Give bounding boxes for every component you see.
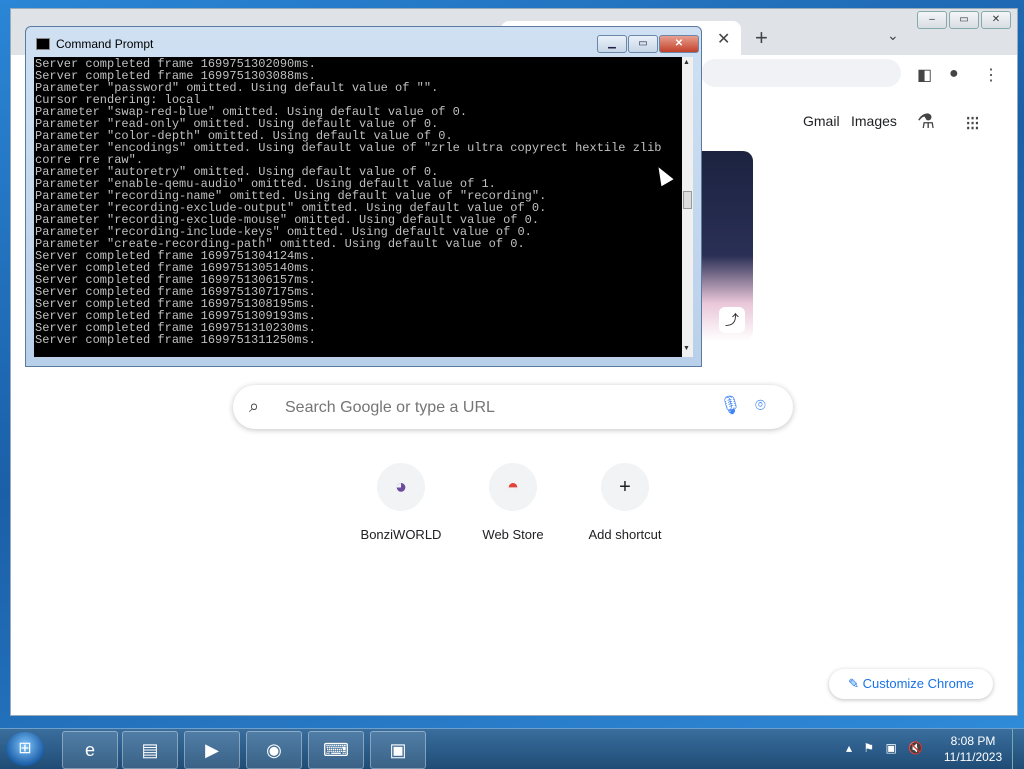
tray-expand-icon[interactable]: ▴: [846, 741, 852, 755]
pencil-icon: ✎: [848, 676, 859, 691]
tab-close-icon[interactable]: ✕: [717, 29, 730, 49]
chrome-window-controls: – ▭ ✕: [917, 11, 1013, 31]
search-input[interactable]: [283, 395, 687, 421]
web-store-icon: ◓: [489, 463, 537, 511]
search-box[interactable]: ⌕ 🎙 ⌾: [233, 385, 793, 429]
show-desktop-button[interactable]: [1012, 729, 1024, 769]
internet-explorer-icon[interactable]: e: [62, 731, 118, 769]
taskbar: ⊞ e ▤ ▶ ◉ ⌨ ▣ ▴ ⚑ ▣ 🔇 8:08 PM 11/11/2023: [0, 728, 1024, 769]
customize-label: Customize Chrome: [862, 676, 974, 691]
close-button[interactable]: ✕: [981, 11, 1011, 29]
action-center-icon[interactable]: ⚑: [863, 741, 874, 755]
bonzi-icon: ◕: [377, 463, 425, 511]
new-tab-icon[interactable]: +: [755, 25, 768, 51]
shortcut-add[interactable]: + Add shortcut: [569, 463, 681, 542]
start-button[interactable]: ⊞: [6, 732, 44, 766]
share-icon[interactable]: ⤴: [719, 307, 745, 333]
shortcut-label: Web Store: [482, 527, 544, 542]
console-icon: [36, 38, 50, 50]
tab-search-chevron-icon[interactable]: ⌄: [887, 27, 899, 44]
profile-icon[interactable]: ●: [949, 65, 959, 83]
search-icon: ⌕: [249, 396, 260, 416]
apps-grid-icon[interactable]: ⁝⁝⁝: [965, 111, 980, 136]
media-player-icon[interactable]: ▶: [184, 731, 240, 769]
maximize-button[interactable]: ▭: [949, 11, 979, 29]
vertical-scrollbar[interactable]: ▲ ▼: [682, 57, 693, 357]
network-icon[interactable]: ▣: [885, 741, 896, 755]
minimize-button[interactable]: ▁: [597, 35, 627, 53]
command-prompt-icon[interactable]: ▣: [370, 731, 426, 769]
scroll-up-icon[interactable]: ▲: [683, 59, 690, 66]
shortcut-web-store[interactable]: ◓ Web Store: [457, 463, 569, 542]
console-output[interactable]: Server completed frame 1699751302090ms. …: [34, 57, 693, 357]
minimize-button[interactable]: –: [917, 11, 947, 29]
plus-icon: +: [601, 463, 649, 511]
clock-time: 8:08 PM: [950, 734, 996, 748]
volume-muted-icon[interactable]: 🔇: [908, 741, 923, 755]
microphone-icon[interactable]: 🎙: [719, 395, 742, 416]
chrome-icon[interactable]: ◉: [246, 731, 302, 769]
shortcut-label: Add shortcut: [588, 527, 662, 542]
scroll-thumb[interactable]: [683, 191, 692, 209]
shortcut-label: BonziWORLD: [360, 527, 442, 542]
scroll-down-icon[interactable]: ▼: [683, 345, 690, 352]
file-explorer-icon[interactable]: ▤: [122, 731, 178, 769]
clock-date: 11/11/2023: [943, 750, 1003, 764]
system-tray: ▴ ⚑ ▣ 🔇: [846, 741, 923, 755]
side-panel-icon[interactable]: ◧: [917, 65, 932, 85]
more-menu-icon[interactable]: ⋮: [983, 65, 999, 85]
gmail-link[interactable]: Gmail: [803, 113, 840, 129]
images-link[interactable]: Images: [851, 113, 897, 129]
clock[interactable]: 8:08 PM 11/11/2023: [940, 733, 1006, 765]
customize-chrome-button[interactable]: ✎ Customize Chrome: [829, 669, 993, 699]
command-prompt-window[interactable]: Command Prompt ▁ ▭ ✕ Server completed fr…: [25, 26, 702, 367]
maximize-button[interactable]: ▭: [628, 35, 658, 53]
cmd-window-controls: ▁ ▭ ✕: [596, 35, 699, 53]
close-button[interactable]: ✕: [659, 35, 699, 53]
camera-icon[interactable]: ⌾: [755, 395, 766, 416]
address-bar[interactable]: [701, 59, 901, 87]
shortcut-bonziworld[interactable]: ◕ BonziWORLD: [345, 463, 457, 542]
console-text: Server completed frame 1699751302090ms. …: [35, 57, 662, 347]
labs-icon[interactable]: ⚗: [917, 109, 935, 134]
keyboard-icon[interactable]: ⌨: [308, 731, 364, 769]
window-title: Command Prompt: [56, 37, 154, 51]
